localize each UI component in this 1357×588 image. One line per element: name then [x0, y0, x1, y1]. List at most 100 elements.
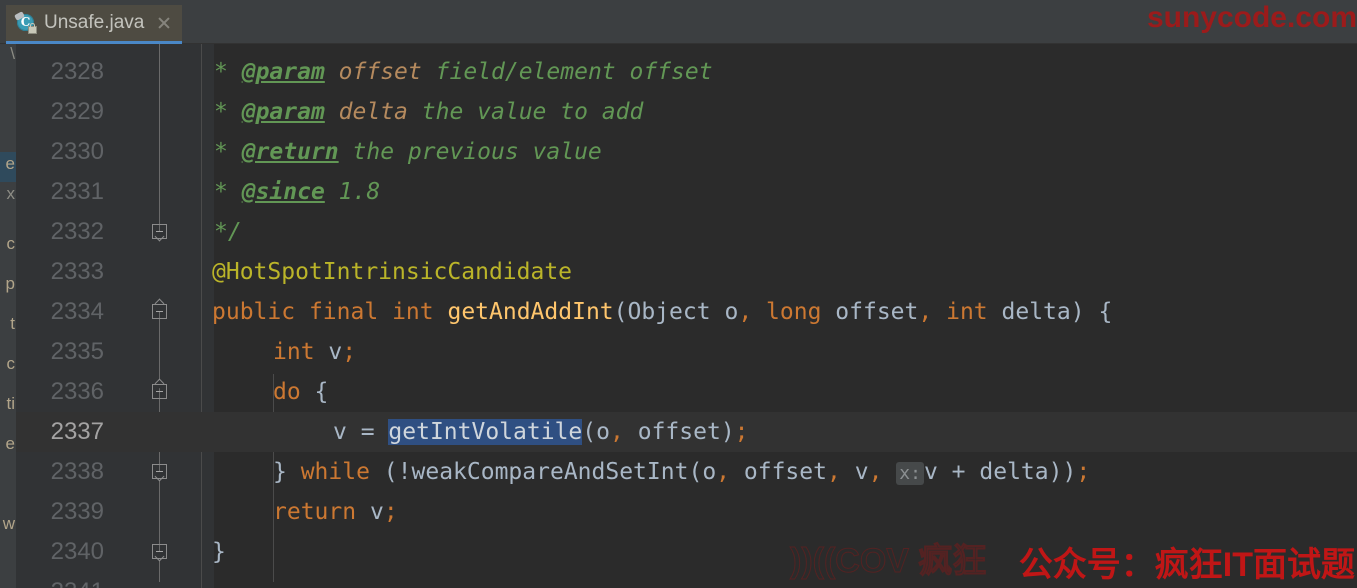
type-object: Object: [627, 299, 711, 325]
code-line-row[interactable]: 2333 @HotSpotIntrinsicCandidate: [16, 252, 1357, 292]
param-offset: offset: [835, 299, 919, 325]
argument-offset: offset: [743, 459, 827, 485]
keyword-int: int: [392, 299, 434, 325]
line-number: 2330: [50, 138, 104, 165]
left-tool-strip: \ e x c p t c ti e w: [0, 44, 16, 588]
doc-tag-param: @param: [241, 59, 325, 85]
line-number: 2338: [50, 458, 104, 485]
line-number: 2337: [50, 418, 104, 445]
variable-v: v: [369, 499, 384, 525]
code-editor[interactable]: 2328 * @param offset field/element offse…: [16, 44, 1357, 588]
argument-offset: offset: [637, 419, 721, 445]
keyword-public: public: [212, 299, 296, 325]
argument-o: o: [596, 419, 610, 445]
doc-description: the value to add: [421, 99, 644, 125]
code-line-row[interactable]: 2336 do {: [16, 372, 1357, 412]
inline-parameter-hint[interactable]: x:: [896, 462, 924, 485]
line-number: 2335: [50, 338, 104, 365]
keyword-do: do: [273, 379, 301, 405]
code-line-content: return v;: [273, 499, 398, 525]
java-class-locked-icon: C: [14, 11, 37, 34]
watermark-bottom: 公众号：疯狂IT面试题: [1018, 546, 1355, 584]
doc-star: *: [214, 139, 228, 165]
code-line-row[interactable]: 2339 return v;: [16, 492, 1357, 532]
editor-tab-unsafe-java[interactable]: C Unsafe.java: [6, 5, 183, 44]
code-line-content: v = getIntVolatile(o, offset);: [333, 419, 749, 445]
keyword-long: long: [766, 299, 822, 325]
line-number: 2328: [50, 58, 104, 85]
method-name-getandaddint: getAndAddInt: [447, 299, 614, 325]
doc-tag-param: @param: [241, 99, 325, 125]
code-line-row[interactable]: 2332 */: [16, 212, 1357, 252]
line-number: 2333: [50, 258, 104, 285]
left-strip-fragment: c: [6, 354, 16, 373]
line-number: 2336: [50, 378, 104, 405]
left-strip-fragment: \: [10, 44, 15, 63]
keyword-return: return: [273, 499, 357, 525]
code-line-content: * @return the previous value: [214, 132, 602, 172]
doc-star: *: [214, 99, 228, 125]
code-line-content: * @param delta the value to add: [214, 92, 643, 132]
code-line-content: }: [212, 539, 226, 565]
doc-tag-return: @return: [241, 139, 339, 165]
variable-v: v: [328, 339, 343, 365]
method-weakcompareandsetint: weakCompareAndSetInt: [411, 459, 689, 485]
doc-description: the previous value: [352, 139, 602, 165]
variable-v: v: [333, 419, 347, 445]
code-line-row[interactable]: 2329 * @param delta the value to add: [16, 92, 1357, 132]
watermark-ghost: ))((COV 疯狂: [789, 542, 987, 581]
annotation-token: @HotSpotIntrinsicCandidate: [212, 259, 573, 285]
line-number: 2329: [50, 98, 104, 125]
code-line-content: * @param offset field/element offset: [214, 52, 713, 92]
code-line-content: @HotSpotIntrinsicCandidate: [212, 252, 572, 292]
selected-token-getintvolatile[interactable]: getIntVolatile: [388, 419, 583, 445]
code-line-content: public final int getAndAddInt(Object o, …: [212, 299, 1113, 325]
code-line-content: */: [214, 212, 242, 252]
left-strip-fragment: c: [6, 234, 16, 253]
doc-star: *: [214, 59, 228, 85]
param-o: o: [724, 299, 739, 325]
doc-description: field/element offset: [435, 59, 713, 85]
keyword-int: int: [946, 299, 988, 325]
code-line-row[interactable]: 2331 * @since 1.8: [16, 172, 1357, 212]
param-delta: delta: [1001, 299, 1071, 325]
code-line-row[interactable]: 2334 public final int getAndAddInt(Objec…: [16, 292, 1357, 332]
keyword-int: int: [273, 339, 315, 365]
argument-o: o: [702, 459, 717, 485]
keyword-while: while: [300, 459, 370, 485]
fold-marker-start[interactable]: [152, 378, 169, 401]
left-strip-fragment: t: [10, 314, 15, 333]
code-line-row[interactable]: 2328 * @param offset field/element offse…: [16, 52, 1357, 92]
doc-param-name: delta: [338, 99, 408, 125]
line-number: 2331: [50, 178, 104, 205]
left-strip-fragment: p: [5, 274, 15, 293]
editor-tab-label: Unsafe.java: [44, 12, 145, 33]
ide-window: C Unsafe.java sunycode.com \ e x c p t c…: [0, 0, 1357, 588]
argument-v: v: [854, 459, 869, 485]
left-strip-fragment: w: [2, 514, 15, 533]
code-line-content: int v;: [273, 339, 357, 365]
left-strip-fragment: x: [6, 184, 16, 203]
fold-marker-end[interactable]: [152, 464, 169, 482]
editor-tab-bar: C Unsafe.java sunycode.com: [0, 0, 1357, 44]
code-line-row[interactable]: 2330 * @return the previous value: [16, 132, 1357, 172]
code-line-row[interactable]: 2335 int v;: [16, 332, 1357, 372]
code-line-content: do {: [273, 379, 329, 405]
line-number: 2340: [50, 538, 104, 565]
fold-marker-end[interactable]: [152, 544, 169, 562]
left-strip-fragment: e: [5, 154, 15, 173]
close-icon[interactable]: [156, 15, 172, 31]
code-line-content: * @since 1.8: [214, 172, 380, 212]
fold-marker-end[interactable]: [152, 224, 169, 242]
fold-marker-start[interactable]: [152, 298, 169, 321]
argument-v: v: [923, 459, 938, 485]
doc-tag-since: @since: [241, 179, 325, 205]
code-line-row-current[interactable]: 2337 v = getIntVolatile(o, offset);: [16, 412, 1357, 452]
code-line-content: } while (!weakCompareAndSetInt(o, offset…: [273, 459, 1091, 485]
line-number: 2339: [50, 498, 104, 525]
left-strip-fragment: ti: [6, 394, 16, 413]
doc-comment-close: */: [214, 219, 242, 245]
line-number: 2334: [50, 298, 104, 325]
code-line-row[interactable]: 2338 } while (!weakCompareAndSetInt(o, o…: [16, 452, 1357, 492]
left-strip-fragment: e: [5, 434, 15, 453]
